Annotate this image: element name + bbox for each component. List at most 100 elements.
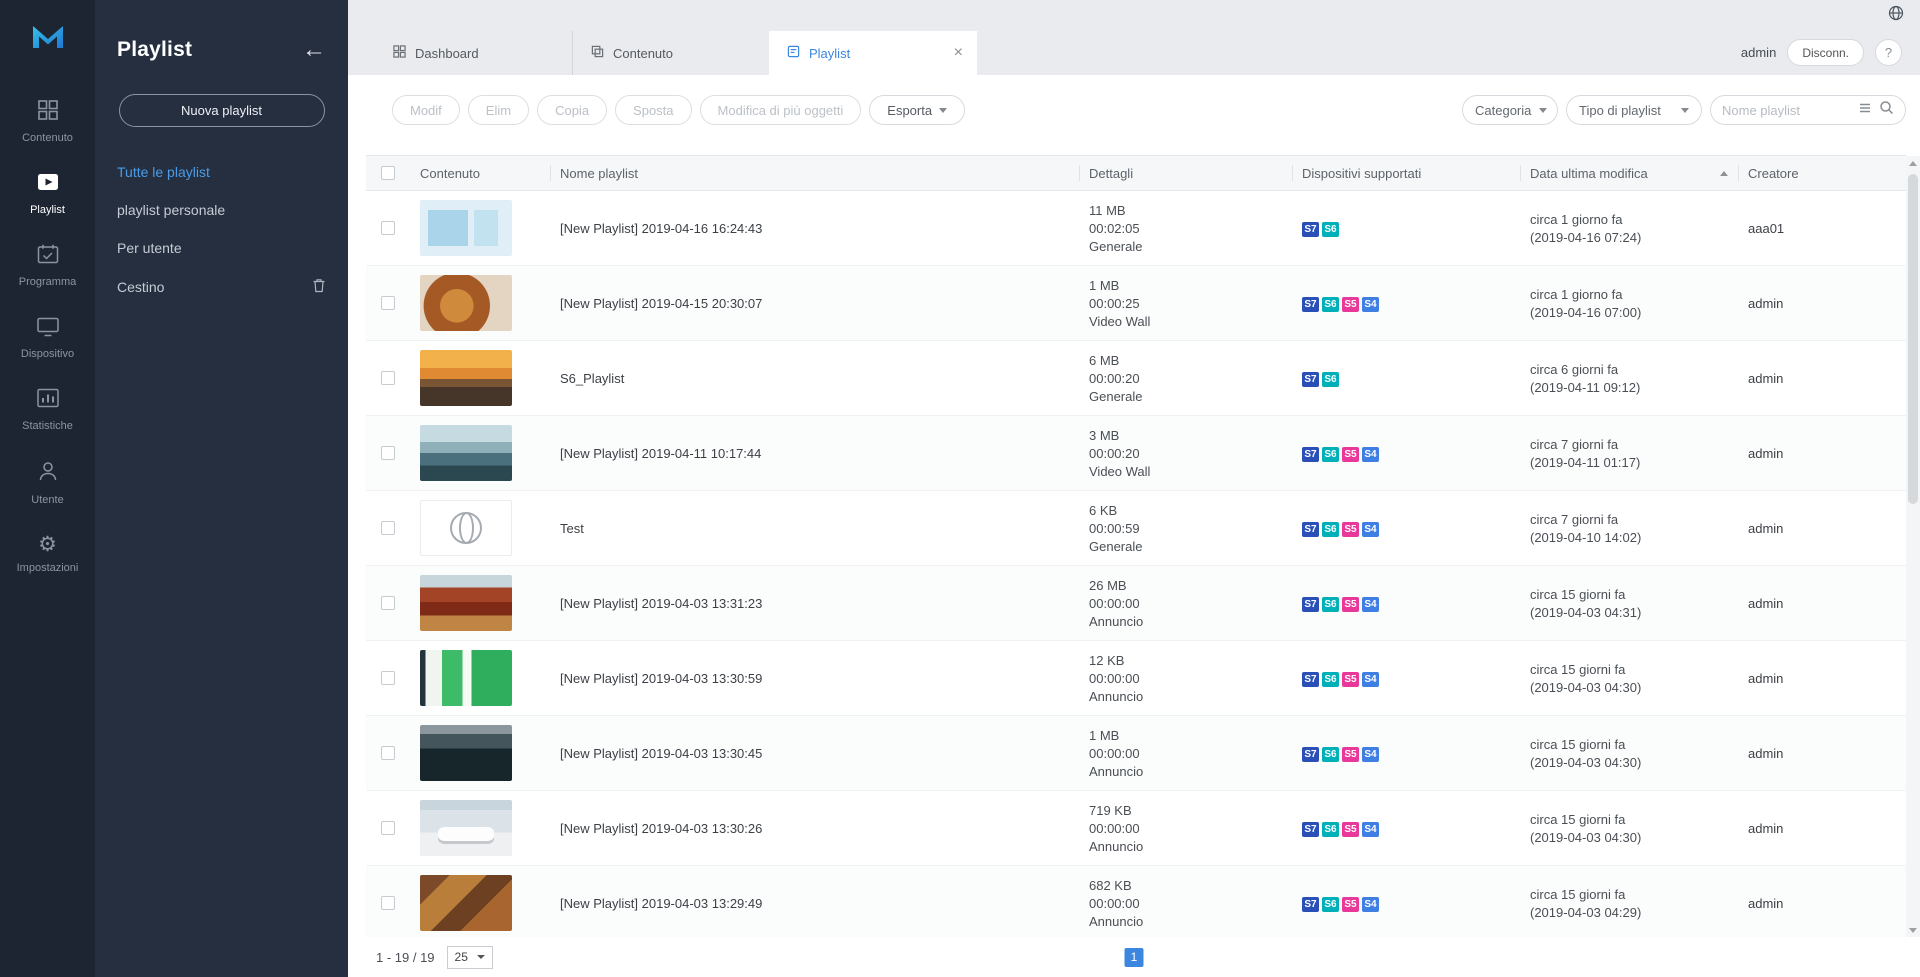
tab-dashboard[interactable]: Dashboard bbox=[375, 31, 572, 75]
table-row[interactable]: Test 6 KB 00:00:59 Generale S7S6S5S4 cir… bbox=[366, 491, 1906, 566]
header-creatore[interactable]: Creatore bbox=[1738, 156, 1906, 190]
playlist-thumbnail[interactable] bbox=[420, 275, 512, 331]
playlist-name[interactable]: [New Playlist] 2019-04-11 10:17:44 bbox=[560, 446, 761, 461]
playlist-thumbnail[interactable] bbox=[420, 650, 512, 706]
magicinfo-logo[interactable] bbox=[27, 20, 69, 59]
playlist-name[interactable]: [New Playlist] 2019-04-16 16:24:43 bbox=[560, 221, 762, 236]
scroll-down-arrow[interactable] bbox=[1906, 923, 1920, 937]
device-badge-s5: S5 bbox=[1342, 897, 1359, 912]
playlist-thumbnail[interactable] bbox=[420, 800, 512, 856]
panel-item-cestino[interactable]: Cestino bbox=[117, 267, 326, 307]
device-badge-s6: S6 bbox=[1322, 672, 1339, 687]
device-badge-s5: S5 bbox=[1342, 597, 1359, 612]
playlist-name[interactable]: [New Playlist] 2019-04-15 20:30:07 bbox=[560, 296, 762, 311]
row-checkbox[interactable] bbox=[381, 746, 395, 760]
table-row[interactable]: [New Playlist] 2019-04-15 20:30:07 1 MB … bbox=[366, 266, 1906, 341]
row-checkbox[interactable] bbox=[381, 371, 395, 385]
table-row[interactable]: [New Playlist] 2019-04-11 10:17:44 3 MB … bbox=[366, 416, 1906, 491]
playlist-thumbnail[interactable] bbox=[420, 200, 512, 256]
collapse-panel-arrow-icon[interactable]: ← bbox=[302, 39, 326, 61]
new-playlist-button[interactable]: Nuova playlist bbox=[119, 94, 325, 127]
logout-button[interactable]: Disconn. bbox=[1787, 39, 1864, 66]
sidebar-item-impostazioni[interactable]: ⚙ Impostazioni bbox=[0, 520, 95, 588]
select-all-checkbox[interactable] bbox=[381, 166, 395, 180]
playlist-type-filter-select[interactable]: Tipo di playlist bbox=[1566, 95, 1702, 125]
playlist-name[interactable]: Test bbox=[560, 521, 584, 536]
search-icon[interactable] bbox=[1879, 100, 1894, 120]
row-checkbox[interactable] bbox=[381, 896, 395, 910]
detail-size: 12 KB bbox=[1089, 652, 1143, 669]
panel-item-tutte-le-playlist[interactable]: Tutte le playlist bbox=[117, 153, 326, 191]
close-tab-icon[interactable]: × bbox=[954, 46, 963, 60]
list-filter-icon[interactable] bbox=[1859, 101, 1871, 119]
table-row[interactable]: [New Playlist] 2019-04-03 13:30:45 1 MB … bbox=[366, 716, 1906, 791]
playlist-thumbnail[interactable] bbox=[420, 350, 512, 406]
playlist-name[interactable]: [New Playlist] 2019-04-03 13:30:45 bbox=[560, 746, 762, 761]
globe-icon[interactable] bbox=[1888, 5, 1904, 26]
table-row[interactable]: [New Playlist] 2019-04-03 13:30:59 12 KB… bbox=[366, 641, 1906, 716]
tab-playlist[interactable]: Playlist × bbox=[769, 31, 977, 75]
sidebar-item-label: Dispositivo bbox=[21, 348, 74, 360]
panel-item-per-utente[interactable]: Per utente bbox=[117, 229, 326, 267]
header-dettagli[interactable]: Dettagli bbox=[1079, 156, 1292, 190]
row-checkbox[interactable] bbox=[381, 296, 395, 310]
panel-item-playlist-personale[interactable]: playlist personale bbox=[117, 191, 326, 229]
table-row[interactable]: S6_Playlist 6 MB 00:00:20 Generale S7S6 … bbox=[366, 341, 1906, 416]
table-row[interactable]: [New Playlist] 2019-04-16 16:24:43 11 MB… bbox=[366, 191, 1906, 266]
detail-duration: 00:00:20 bbox=[1089, 370, 1142, 387]
row-checkbox[interactable] bbox=[381, 221, 395, 235]
playlist-name[interactable]: [New Playlist] 2019-04-03 13:31:23 bbox=[560, 596, 762, 611]
vertical-scrollbar[interactable] bbox=[1906, 156, 1920, 937]
sidebar-item-programma[interactable]: Programma bbox=[0, 230, 95, 302]
row-checkbox[interactable] bbox=[381, 446, 395, 460]
playlist-thumbnail[interactable] bbox=[420, 575, 512, 631]
move-button[interactable]: Sposta bbox=[615, 95, 691, 125]
playlist-thumbnail[interactable] bbox=[420, 425, 512, 481]
playlist-name[interactable]: S6_Playlist bbox=[560, 371, 624, 386]
scrollbar-thumb[interactable] bbox=[1908, 174, 1918, 504]
row-checkbox[interactable] bbox=[381, 596, 395, 610]
table-row[interactable]: [New Playlist] 2019-04-03 13:30:26 719 K… bbox=[366, 791, 1906, 866]
device-badges: S7S6 bbox=[1302, 220, 1342, 237]
sidebar-item-dispositivo[interactable]: Dispositivo bbox=[0, 302, 95, 374]
search-input[interactable] bbox=[1722, 103, 1851, 118]
modify-button[interactable]: Modif bbox=[392, 95, 460, 125]
sidebar-item-playlist[interactable]: Playlist bbox=[0, 158, 95, 230]
modified-relative: circa 1 giorno fa bbox=[1530, 286, 1641, 303]
device-badges: S7S6S5S4 bbox=[1302, 895, 1382, 912]
multi-edit-button[interactable]: Modifica di più oggetti bbox=[700, 95, 862, 125]
device-badge-s7: S7 bbox=[1302, 522, 1319, 537]
sidebar-item-utente[interactable]: Utente bbox=[0, 446, 95, 520]
sidebar-item-statistiche[interactable]: Statistiche bbox=[0, 374, 95, 446]
creator: admin bbox=[1738, 416, 1906, 490]
row-checkbox[interactable] bbox=[381, 671, 395, 685]
delete-button[interactable]: Elim bbox=[468, 95, 529, 125]
header-nome-playlist[interactable]: Nome playlist bbox=[550, 156, 1079, 190]
playlist-thumbnail[interactable] bbox=[420, 500, 512, 556]
detail-type: Video Wall bbox=[1089, 463, 1150, 480]
export-button[interactable]: Esporta bbox=[869, 95, 965, 125]
page-size-select[interactable]: 25 bbox=[447, 946, 493, 969]
table-row[interactable]: [New Playlist] 2019-04-03 13:29:49 682 K… bbox=[366, 866, 1906, 937]
category-filter-select[interactable]: Categoria bbox=[1462, 95, 1558, 125]
chevron-down-icon bbox=[477, 955, 485, 959]
table-row[interactable]: [New Playlist] 2019-04-03 13:31:23 26 MB… bbox=[366, 566, 1906, 641]
help-button[interactable]: ? bbox=[1875, 39, 1902, 66]
pagination-page-1[interactable]: 1 bbox=[1125, 948, 1144, 967]
header-data-modifica[interactable]: Data ultima modifica bbox=[1520, 156, 1738, 190]
playlist-thumbnail[interactable] bbox=[420, 725, 512, 781]
row-checkbox[interactable] bbox=[381, 821, 395, 835]
sort-ascending-icon[interactable] bbox=[1720, 171, 1728, 176]
trash-icon[interactable] bbox=[312, 278, 326, 296]
copy-button[interactable]: Copia bbox=[537, 95, 607, 125]
header-contenuto[interactable]: Contenuto bbox=[410, 156, 550, 190]
playlist-name[interactable]: [New Playlist] 2019-04-03 13:29:49 bbox=[560, 896, 762, 911]
tab-contenuto[interactable]: Contenuto bbox=[572, 31, 769, 75]
sidebar-item-contenuto[interactable]: Contenuto bbox=[0, 85, 95, 158]
row-checkbox[interactable] bbox=[381, 521, 395, 535]
playlist-name[interactable]: [New Playlist] 2019-04-03 13:30:59 bbox=[560, 671, 762, 686]
header-dispositivi[interactable]: Dispositivi supportati bbox=[1292, 156, 1520, 190]
scroll-up-arrow[interactable] bbox=[1906, 156, 1920, 170]
playlist-thumbnail[interactable] bbox=[420, 875, 512, 931]
playlist-name[interactable]: [New Playlist] 2019-04-03 13:30:26 bbox=[560, 821, 762, 836]
